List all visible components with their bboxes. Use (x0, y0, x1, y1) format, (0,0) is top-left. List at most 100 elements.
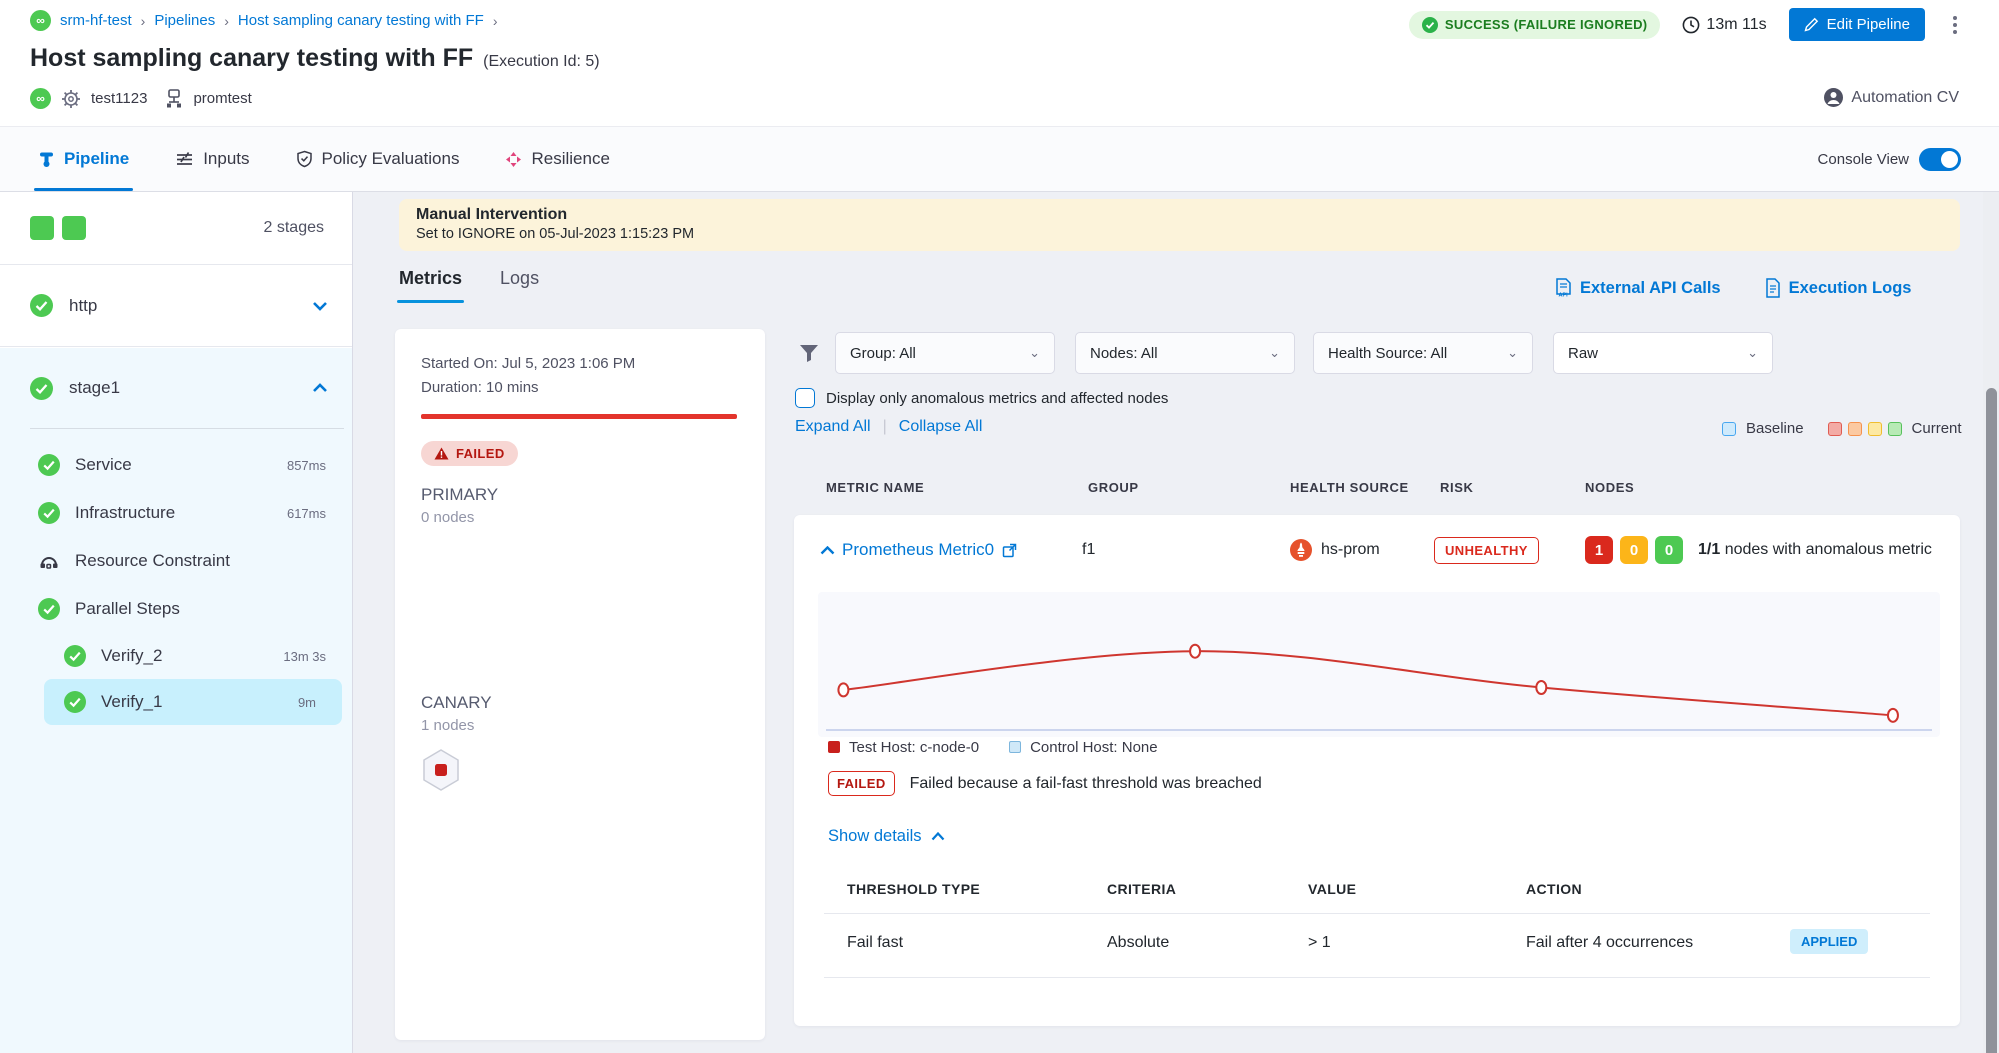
inputs-icon (175, 151, 194, 168)
breadcrumb: ∞ srm-hf-test › Pipelines › Host samplin… (30, 10, 498, 31)
sidebar-stage-http[interactable]: http (0, 265, 352, 347)
filter-funnel-icon[interactable] (798, 342, 820, 364)
failed-status-pill: FAILED (421, 441, 518, 466)
anomalous-filter-row: Display only anomalous metrics and affec… (795, 388, 1168, 408)
breadcrumb-separator: › (224, 13, 229, 29)
current-swatch-orange (1848, 422, 1862, 436)
col-header-metric-name: METRIC NAME (826, 480, 924, 495)
dt-header-criteria: CRITERIA (1107, 881, 1176, 897)
more-options-icon[interactable] (1947, 12, 1963, 38)
stage-square-success (30, 216, 54, 240)
collapse-all-link[interactable]: Collapse All (899, 418, 983, 436)
vertical-scrollbar-thumb[interactable] (1986, 388, 1997, 1053)
environment-icon (165, 89, 183, 109)
banner-title: Manual Intervention (416, 206, 1943, 224)
step-duration: 617ms (287, 506, 326, 521)
dt-header-value: VALUE (1308, 881, 1356, 897)
service-name[interactable]: test1123 (91, 90, 147, 107)
status-badge: SUCCESS (FAILURE IGNORED) (1409, 11, 1661, 39)
breadcrumb-pipeline-name[interactable]: Host sampling canary testing with FF (238, 12, 484, 29)
execution-id: (Execution Id: 5) (483, 53, 600, 71)
current-swatch-red (1828, 422, 1842, 436)
stages-count: 2 stages (264, 219, 324, 237)
step-infrastructure[interactable]: Infrastructure 617ms (0, 489, 352, 537)
metric-health-source: hs-prom (1290, 515, 1380, 585)
stages-summary: 2 stages (0, 192, 352, 265)
panel-links: API External API Calls Execution Logs (1555, 278, 1911, 298)
expand-all-link[interactable]: Expand All (795, 418, 871, 436)
canary-label: CANARY (421, 693, 492, 713)
edit-pipeline-button[interactable]: Edit Pipeline (1789, 8, 1925, 41)
external-api-calls-link[interactable]: API External API Calls (1555, 278, 1721, 298)
title-row: Host sampling canary testing with FF (Ex… (30, 44, 600, 73)
gear-icon (61, 89, 81, 109)
control-host-swatch (1009, 741, 1021, 753)
console-view-control: Console View (1818, 127, 1961, 191)
primary-nodes-count: 0 nodes (421, 509, 474, 526)
dt-cell-value: > 1 (1308, 921, 1331, 965)
check-circle-icon (64, 645, 86, 667)
breadcrumb-pipelines[interactable]: Pipelines (154, 12, 215, 29)
warning-triangle-icon (434, 447, 449, 460)
tab-resilience[interactable]: Resilience (505, 127, 609, 191)
tab-policy-evaluations[interactable]: Policy Evaluations (296, 127, 460, 191)
nodes-filter-dropdown[interactable]: Nodes: All⌄ (1075, 332, 1295, 374)
execution-logs-link[interactable]: Execution Logs (1765, 278, 1912, 298)
user-chip[interactable]: Automation CV (1824, 88, 1959, 107)
check-circle-icon (38, 598, 60, 620)
metric-row-card: Prometheus Metric0 f1 hs-prom UNHEALTHY … (794, 515, 1960, 1026)
data-mode-dropdown[interactable]: Raw⌄ (1553, 332, 1773, 374)
tab-metrics[interactable]: Metrics (399, 268, 462, 303)
baseline-current-legend: Baseline Current (1722, 420, 1962, 437)
dt-header-action: ACTION (1526, 881, 1582, 897)
console-view-toggle[interactable] (1919, 148, 1961, 171)
step-resource-constraint[interactable]: Resource Constraint (0, 537, 352, 585)
tab-logs[interactable]: Logs (500, 268, 539, 303)
dt-cell-criteria: Absolute (1107, 921, 1169, 965)
chevron-down-icon: ⌄ (1747, 345, 1758, 361)
chevron-down-icon: ⌄ (1507, 345, 1518, 361)
dt-cell-threshold-type: Fail fast (847, 921, 903, 965)
col-header-health-source: HEALTH SOURCE (1290, 480, 1409, 495)
anomalous-only-checkbox[interactable] (795, 388, 815, 408)
collapse-metric-chevron[interactable] (820, 515, 835, 585)
current-swatches (1828, 422, 1902, 436)
metric-line-chart[interactable] (818, 592, 1940, 737)
main-tabbar: Pipeline Inputs Policy Evaluations Resil… (0, 126, 1999, 192)
tab-inputs[interactable]: Inputs (175, 127, 249, 191)
svg-text:∞: ∞ (36, 92, 45, 106)
group-filter-dropdown[interactable]: Group: All⌄ (835, 332, 1055, 374)
step-verify-1[interactable]: Verify_1 9m (44, 679, 342, 725)
prometheus-icon (1290, 539, 1312, 561)
current-swatch-green (1888, 422, 1902, 436)
header-actions: SUCCESS (FAILURE IGNORED) 13m 11s Edit P… (1409, 8, 1963, 41)
started-on: Started On: Jul 5, 2023 1:06 PM (421, 355, 635, 372)
canary-node-hexagon[interactable] (421, 749, 461, 791)
health-source-filter-dropdown[interactable]: Health Source: All⌄ (1313, 332, 1533, 374)
stage1-block: stage1 Service 857ms Infrastructure 617m… (0, 348, 352, 1053)
step-verify-2[interactable]: Verify_2 13m 3s (0, 633, 352, 679)
expand-collapse-row: Expand All | Collapse All (795, 418, 982, 436)
control-host-legend: Control Host: None (1009, 739, 1158, 756)
failure-progress-bar (421, 414, 737, 419)
verification-panel-tabs: Metrics Logs (399, 268, 539, 303)
chevron-up-icon (820, 546, 835, 555)
tab-pipeline[interactable]: Pipeline (38, 127, 129, 191)
divider (824, 913, 1930, 914)
show-details-link[interactable]: Show details (828, 827, 945, 846)
step-parallel-steps[interactable]: Parallel Steps (0, 585, 352, 633)
chevron-down-icon (312, 301, 328, 311)
test-host-swatch (828, 741, 840, 753)
step-service[interactable]: Service 857ms (0, 441, 352, 489)
shield-check-icon (296, 150, 313, 168)
metric-name-link[interactable]: Prometheus Metric0 (842, 515, 1017, 585)
breadcrumb-project[interactable]: srm-hf-test (60, 12, 132, 29)
chevron-down-icon: ⌄ (1269, 345, 1280, 361)
healthy-node-chip: 0 (1655, 536, 1683, 564)
failed-badge: FAILED (828, 771, 895, 796)
banner-subtitle: Set to IGNORE on 05-Jul-2023 1:15:23 PM (416, 226, 1943, 242)
sidebar-stage-stage1[interactable]: stage1 (0, 348, 352, 428)
col-header-nodes: NODES (1585, 480, 1634, 495)
environment-name[interactable]: promtest (193, 90, 251, 107)
elapsed-time: 13m 11s (1682, 16, 1766, 34)
